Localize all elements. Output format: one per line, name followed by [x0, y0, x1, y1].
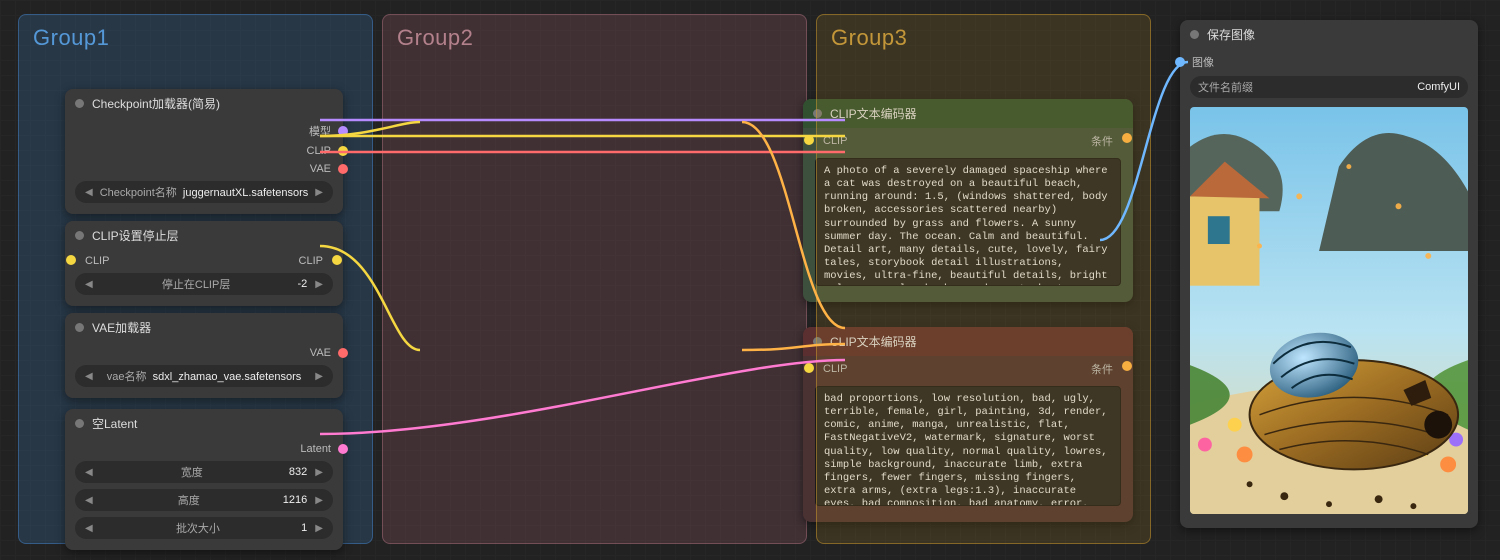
node-title: CLIP设置停止层 — [92, 227, 179, 244]
node-title: 保存图像 — [1207, 26, 1255, 43]
group-1-title: Group1 — [29, 19, 362, 61]
port-model-out[interactable] — [338, 126, 348, 136]
node-vae-loader[interactable]: VAE加载器 VAE ◀ vae名称 sdxl_zhamao_vae.safet… — [65, 313, 343, 398]
node-title: 空Latent — [92, 415, 137, 432]
widget-height[interactable]: ◀高度 1216▶ — [75, 489, 333, 511]
group-2-title: Group2 — [393, 19, 796, 61]
chevron-left-icon[interactable]: ◀ — [83, 371, 95, 382]
widget-clip-stop[interactable]: ◀ 停止在CLIP层 -2▶ — [75, 273, 333, 295]
chevron-right-icon[interactable]: ▶ — [313, 279, 325, 290]
group-3-title: Group3 — [827, 19, 1140, 61]
group-3[interactable]: Group3 全局输入3 输入 输入2 输入3 VAE解码 Latent 图像 … — [816, 14, 1151, 544]
port-vae-out[interactable] — [338, 348, 348, 358]
chevron-left-icon[interactable]: ◀ — [83, 187, 95, 198]
chevron-left-icon[interactable]: ◀ — [83, 279, 95, 290]
chevron-right-icon[interactable]: ▶ — [313, 371, 325, 382]
group-2[interactable]: Group2 CLIP文本编码器 CLIP 条件 A photo of a se… — [382, 14, 807, 544]
widget-width[interactable]: ◀宽度 832▶ — [75, 461, 333, 483]
port-clip-in[interactable] — [804, 363, 814, 373]
chevron-right-icon[interactable]: ▶ — [313, 187, 325, 198]
widget-vae-name[interactable]: ◀ vae名称 sdxl_zhamao_vae.safetensors ▶ — [75, 365, 333, 387]
node-empty-latent[interactable]: 空Latent Latent ◀宽度 832▶ ◀高度 1216▶ ◀批次大小 … — [65, 409, 343, 550]
port-clip-out[interactable] — [338, 146, 348, 156]
node-clip-set-last-layer[interactable]: CLIP设置停止层 CLIP CLIP ◀ 停止在CLIP层 -2▶ — [65, 221, 343, 306]
node-title: Checkpoint加载器(简易) — [92, 95, 220, 112]
node-title: VAE加载器 — [92, 319, 151, 336]
port-clip-out[interactable] — [332, 255, 342, 265]
node-checkpoint-loader[interactable]: Checkpoint加载器(简易) 模型 CLIP VAE ◀ Checkpoi… — [65, 89, 343, 214]
port-clip-in[interactable] — [804, 135, 814, 145]
port-image-in[interactable] — [1175, 57, 1185, 67]
output-image-preview — [1190, 107, 1468, 514]
widget-batch[interactable]: ◀批次大小 1▶ — [75, 517, 333, 539]
port-vae-out[interactable] — [338, 164, 348, 174]
group-1[interactable]: Group1 Checkpoint加载器(简易) 模型 CLIP VAE ◀ C… — [18, 14, 373, 544]
port-latent-out[interactable] — [338, 444, 348, 454]
port-clip-in[interactable] — [66, 255, 76, 265]
widget-checkpoint-name[interactable]: ◀ Checkpoint名称 juggernautXL.safetensors … — [75, 181, 333, 203]
widget-filename-prefix[interactable]: 文件名前缀 ComfyUI — [1190, 76, 1468, 98]
node-save-image[interactable]: 保存图像 图像 文件名前缀 ComfyUI — [1180, 20, 1478, 528]
